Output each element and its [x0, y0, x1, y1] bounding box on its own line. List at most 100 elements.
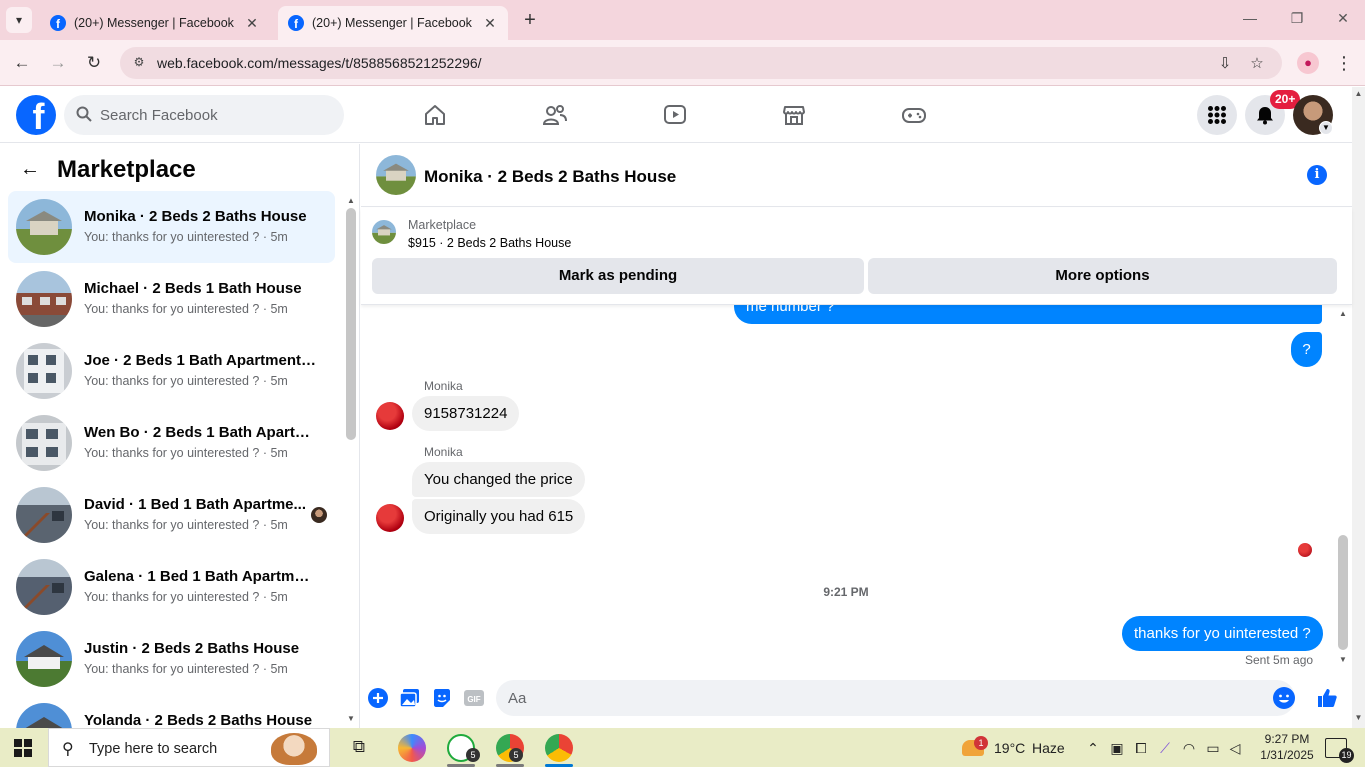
page-scrollbar[interactable]: ▲ ▼: [1352, 87, 1365, 728]
message-bubble-incoming: You changed the price: [412, 462, 585, 497]
conversation-item[interactable]: Wen Bo · 2 Beds 1 Bath Apartme... You: t…: [8, 407, 335, 479]
chat-title[interactable]: Monika · 2 Beds 2 Baths House: [424, 167, 676, 187]
scroll-up-icon[interactable]: ▲: [1352, 89, 1365, 98]
wifi-icon[interactable]: ◠: [1180, 739, 1198, 757]
chat-thumbnail[interactable]: [376, 155, 416, 195]
sticker-icon[interactable]: [431, 687, 453, 709]
browser-tab-bar: ▾ f (20+) Messenger | Facebook ✕ f (20+)…: [0, 0, 1365, 40]
listing-thumbnail: [16, 703, 72, 728]
contact-avatar[interactable]: [376, 504, 404, 532]
browser-menu-icon[interactable]: ⋮: [1335, 52, 1353, 74]
tab-close-icon[interactable]: ✕: [482, 15, 498, 32]
minimize-button[interactable]: —: [1240, 10, 1260, 26]
notification-center-icon[interactable]: 19: [1325, 738, 1354, 763]
back-arrow-icon[interactable]: ←: [20, 158, 40, 181]
more-options-button[interactable]: More options: [868, 258, 1337, 294]
chevron-up-icon[interactable]: ⌃: [1084, 739, 1102, 757]
scroll-down-icon[interactable]: ▼: [1352, 713, 1365, 722]
listing-thumbnail: [16, 343, 72, 399]
copilot-icon[interactable]: [398, 734, 426, 762]
sidebar-scrollbar[interactable]: ▲ ▼: [344, 194, 358, 728]
menu-button[interactable]: [1197, 95, 1237, 135]
chat-scrollbar[interactable]: ▲ ▼: [1336, 305, 1350, 672]
video-nav[interactable]: [655, 97, 695, 133]
contact-avatar[interactable]: [376, 402, 404, 430]
facebook-logo[interactable]: f: [16, 95, 56, 135]
sender-name: Monika: [424, 379, 463, 393]
volume-muted-icon[interactable]: ◁: [1226, 739, 1244, 757]
task-view-icon[interactable]: ⧉: [350, 738, 368, 756]
emoji-icon[interactable]: [1273, 687, 1295, 709]
chrome-profile-icon[interactable]: [545, 734, 573, 762]
scroll-down-icon[interactable]: ▼: [344, 714, 358, 723]
sent-status: Sent 5m ago: [1245, 653, 1314, 667]
conversation-item[interactable]: Yolanda · 2 Beds 2 Baths House: [8, 695, 335, 728]
new-tab-button[interactable]: +: [519, 9, 541, 31]
listing-thumbnail[interactable]: [372, 220, 396, 244]
tray-app-icon[interactable]: ▣: [1108, 739, 1126, 757]
mark-as-pending-button[interactable]: Mark as pending: [372, 258, 864, 294]
conversation-item[interactable]: Joe · 2 Beds 1 Bath Apartment/c... You: …: [8, 335, 335, 407]
scroll-down-icon[interactable]: ▼: [1336, 655, 1350, 664]
listing-thumbnail: [16, 631, 72, 687]
scroll-up-icon[interactable]: ▲: [1336, 309, 1350, 318]
like-thumb-icon[interactable]: [1316, 687, 1338, 709]
taskbar-search[interactable]: ⚲ Type here to search: [48, 728, 330, 767]
site-info-icon[interactable]: ⚙: [131, 55, 147, 71]
browser-tab-1[interactable]: f (20+) Messenger | Facebook ✕: [40, 6, 270, 40]
facebook-search[interactable]: [64, 95, 344, 135]
chevron-down-icon[interactable]: ▼: [1319, 121, 1333, 135]
temperature[interactable]: 19°C: [994, 740, 1025, 756]
meet-now-icon[interactable]: ⧠: [1132, 739, 1150, 757]
back-button[interactable]: ←: [11, 52, 33, 74]
conversation-preview: You: thanks for yo uinterested ? · 5m: [84, 302, 288, 316]
close-window-button[interactable]: ✕: [1333, 10, 1353, 27]
install-app-icon[interactable]: ⇩: [1215, 54, 1235, 74]
gif-icon[interactable]: GIF: [463, 687, 485, 709]
tab-title: (20+) Messenger | Facebook: [312, 16, 472, 30]
conversation-item[interactable]: David · 1 Bed 1 Bath Apartme... You: tha…: [8, 479, 335, 551]
tab-close-icon[interactable]: ✕: [244, 15, 260, 32]
search-input[interactable]: [100, 105, 330, 125]
conversation-item[interactable]: Monika · 2 Beds 2 Baths House You: thank…: [8, 191, 335, 263]
tab-search-button[interactable]: ▾: [6, 7, 32, 33]
conversation-item[interactable]: Michael · 2 Beds 1 Bath House You: thank…: [8, 263, 335, 335]
address-bar[interactable]: ⚙ web.facebook.com/messages/t/8588568521…: [120, 47, 1282, 79]
chrome-badge: 5: [509, 748, 523, 762]
friends-nav[interactable]: [535, 97, 575, 133]
tab-title: (20+) Messenger | Facebook: [74, 16, 234, 30]
battery-icon[interactable]: ▭: [1204, 739, 1222, 757]
conversation-item[interactable]: Galena · 1 Bed 1 Bath Apartment... You: …: [8, 551, 335, 623]
conversation-title: Monika · 2 Beds 2 Baths House: [84, 208, 307, 225]
weather-condition[interactable]: Haze: [1032, 740, 1065, 756]
scroll-up-icon[interactable]: ▲: [344, 196, 358, 205]
listing-thumbnail: [16, 271, 72, 327]
home-icon: [425, 105, 445, 125]
facebook-favicon-icon: f: [50, 15, 66, 31]
gaming-icon: [902, 108, 926, 123]
url-text[interactable]: web.facebook.com/messages/t/858856852125…: [157, 55, 482, 71]
windows-start-icon[interactable]: [14, 739, 32, 757]
photo-icon[interactable]: [399, 687, 421, 709]
pen-icon[interactable]: ⟋: [1156, 739, 1174, 757]
listing-thumbnail: [16, 415, 72, 471]
system-clock[interactable]: 9:27 PM 1/31/2025: [1252, 731, 1322, 763]
gaming-nav[interactable]: [894, 97, 934, 133]
chat-scroll-thumb[interactable]: [1338, 535, 1348, 650]
sidebar-scroll-thumb[interactable]: [346, 208, 356, 440]
browser-profile-icon[interactable]: ●: [1297, 52, 1319, 74]
home-nav[interactable]: [415, 97, 455, 133]
plus-circle-icon[interactable]: [367, 687, 389, 709]
seen-avatar: [311, 507, 327, 523]
bookmark-star-icon[interactable]: ☆: [1247, 54, 1267, 74]
reload-button[interactable]: ↻: [83, 52, 105, 74]
marketplace-nav[interactable]: [774, 97, 814, 133]
message-input-box[interactable]: [496, 680, 1295, 716]
conversation-item[interactable]: Justin · 2 Beds 2 Baths House You: thank…: [8, 623, 335, 695]
restore-button[interactable]: ❐: [1287, 10, 1307, 27]
listing-price-title[interactable]: $915 · 2 Beds 2 Baths House: [408, 236, 571, 250]
browser-tab-2[interactable]: f (20+) Messenger | Facebook ✕: [278, 6, 508, 40]
forward-button[interactable]: →: [47, 52, 69, 74]
info-icon[interactable]: i: [1307, 165, 1327, 185]
message-input[interactable]: [508, 688, 1248, 708]
